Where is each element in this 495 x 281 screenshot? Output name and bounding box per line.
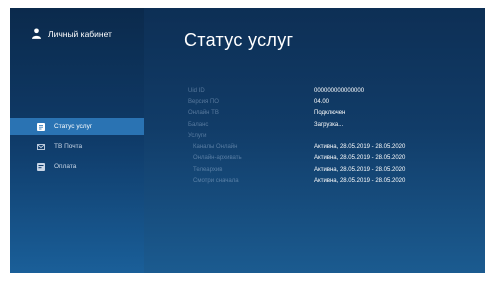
sidebar-item-payment[interactable]: Оплата — [10, 158, 144, 175]
document-icon — [37, 122, 45, 131]
row-label: Uid ID — [188, 87, 205, 94]
service-row: Смотри сначала Активна, 28.05.2019 - 28.… — [188, 175, 478, 186]
service-status: Активна, 28.05.2019 - 28.05.2020 — [314, 178, 406, 185]
sidebar-item-label: Статус услуг — [54, 123, 93, 130]
row-value: 04.00 — [314, 98, 330, 105]
info-row-uid: Uid ID 000000000000000 — [188, 85, 478, 96]
row-label: Баланс — [188, 121, 209, 128]
service-status: Активна, 28.05.2019 - 28.05.2020 — [314, 166, 406, 173]
sidebar-item-service-status[interactable]: Статус услуг — [10, 118, 144, 135]
row-label: Онлайн ТВ — [188, 110, 219, 117]
sidebar-item-label: ТВ Почта — [54, 143, 83, 150]
service-row: Онлайн-архивать Активна, 28.05.2019 - 28… — [188, 153, 478, 164]
info-row-software-version: Версия ПО 04.00 — [188, 96, 478, 107]
service-row: Каналы Онлайн Активна, 28.05.2019 - 28.0… — [188, 141, 478, 152]
mail-icon — [37, 143, 45, 150]
service-status: Активна, 28.05.2019 - 28.05.2020 — [314, 144, 406, 151]
row-label: Услуги — [188, 132, 207, 139]
service-row: Телеархив Активна, 28.05.2019 - 28.05.20… — [188, 164, 478, 175]
sidebar-item-label: Оплата — [54, 163, 77, 170]
service-name: Смотри сначала — [193, 178, 239, 185]
profile-label: Личный кабинет — [48, 28, 112, 39]
row-value: Подключен — [314, 110, 346, 117]
sidebar: Личный кабинет Статус услуг ТВ Почта Опл… — [10, 8, 144, 273]
row-value: 000000000000000 — [314, 87, 365, 94]
tv-screen: Личный кабинет Статус услуг ТВ Почта Опл… — [10, 8, 485, 273]
info-row-services-header: Услуги — [188, 130, 478, 141]
sidebar-menu: Статус услуг ТВ Почта Оплата — [10, 118, 144, 178]
row-label: Версия ПО — [188, 98, 219, 105]
service-name: Каналы Онлайн — [193, 144, 238, 151]
status-list: Uid ID 000000000000000 Версия ПО 04.00 О… — [188, 85, 478, 187]
service-name: Телеархив — [193, 166, 223, 173]
service-name: Онлайн-архивать — [193, 155, 242, 162]
service-status: Активна, 28.05.2019 - 28.05.2020 — [314, 155, 406, 162]
profile-link[interactable]: Личный кабинет — [32, 28, 112, 39]
info-row-balance: Баланс Загрузка... — [188, 119, 478, 130]
row-value: Загрузка... — [314, 121, 344, 128]
info-row-online-tv: Онлайн ТВ Подключен — [188, 108, 478, 119]
page-title: Статус услуг — [184, 30, 294, 50]
user-icon — [32, 28, 41, 39]
card-icon — [37, 162, 45, 171]
main-content: Статус услуг Uid ID 000000000000000 Верс… — [144, 8, 485, 273]
sidebar-item-tv-mail[interactable]: ТВ Почта — [10, 138, 144, 155]
